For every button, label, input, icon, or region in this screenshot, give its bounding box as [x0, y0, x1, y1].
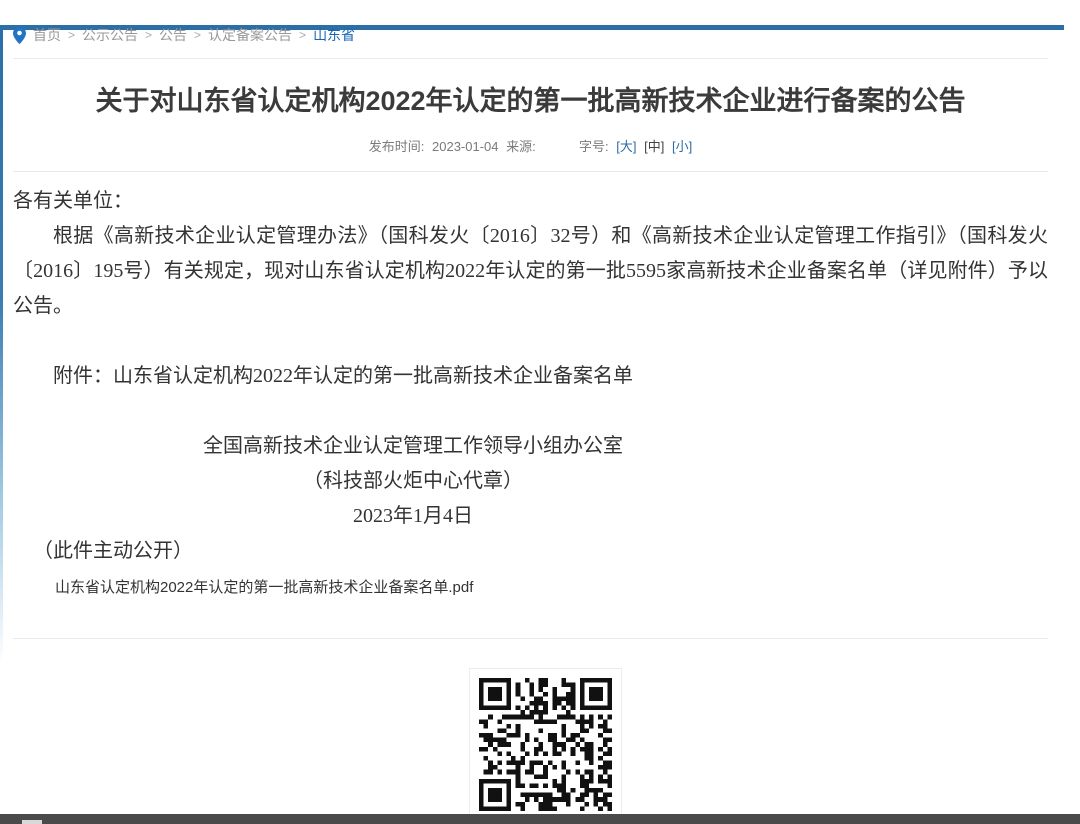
disclosure-note: （此件主动公开） [33, 534, 1048, 569]
breadcrumb-separator: > [68, 28, 75, 42]
breadcrumb-item-filing-notices[interactable]: 认定备案公告 [208, 25, 292, 45]
breadcrumb-separator: > [194, 28, 201, 42]
location-pin-icon [13, 27, 26, 44]
signature-note: （科技部火炬中心代章） [13, 464, 813, 499]
signature-date: 2023年1月4日 [13, 499, 813, 534]
page-title: 关于对山东省认定机构2022年认定的第一批高新技术企业进行备案的公告 [13, 84, 1048, 118]
breadcrumb-separator: > [145, 28, 152, 42]
taskbar-item[interactable] [22, 820, 42, 824]
breadcrumb: 首页 > 公示公告 > 公告 > 认定备案公告 > 山东省 [13, 25, 1048, 45]
signature-org: 全国高新技术企业认定管理工作领导小组办公室 [13, 429, 813, 464]
announcement-page: 首页 > 公示公告 > 公告 > 认定备案公告 > 山东省 关于对山东省认定机构… [0, 25, 1064, 821]
breadcrumb-item-public-notices[interactable]: 公示公告 [82, 25, 138, 45]
qr-code [469, 668, 622, 821]
main-paragraph: 根据《高新技术企业认定管理办法》（国科发火〔2016〕32号）和《高新技术企业认… [13, 219, 1048, 324]
attachment-pdf-link[interactable]: 山东省认定机构2022年认定的第一批高新技术企业备案名单.pdf [55, 577, 473, 598]
font-size-label: 字号: [579, 139, 609, 154]
footer-divider [13, 638, 1048, 639]
publish-date: 2023-01-04 [432, 139, 499, 154]
font-size-medium-button[interactable]: [中] [644, 139, 664, 154]
article-meta: 发布时间: 2023-01-04 来源: 字号: [大] [中] [小] [13, 136, 1048, 155]
font-size-large-button[interactable]: [大] [616, 139, 636, 154]
breadcrumb-item-home[interactable]: 首页 [33, 25, 61, 45]
attachment-reference: 附件：山东省认定机构2022年认定的第一批高新技术企业备案名单 [13, 359, 1048, 394]
font-size-small-button[interactable]: [小] [672, 139, 692, 154]
breadcrumb-item-shandong[interactable]: 山东省 [313, 25, 355, 45]
breadcrumb-separator: > [299, 28, 306, 42]
breadcrumb-divider [13, 58, 1048, 59]
article-body: 各有关单位： 根据《高新技术企业认定管理办法》（国科发火〔2016〕32号）和《… [13, 184, 1048, 598]
salutation: 各有关单位： [13, 184, 1048, 219]
bottom-taskbar[interactable] [0, 814, 1080, 824]
breadcrumb-item-notices[interactable]: 公告 [159, 25, 187, 45]
header-divider [13, 171, 1048, 172]
source-label: 来源: [506, 139, 536, 154]
signature-block: 全国高新技术企业认定管理工作领导小组办公室 （科技部火炬中心代章） 2023年1… [13, 429, 813, 534]
publish-time-label: 发布时间: [369, 139, 425, 154]
